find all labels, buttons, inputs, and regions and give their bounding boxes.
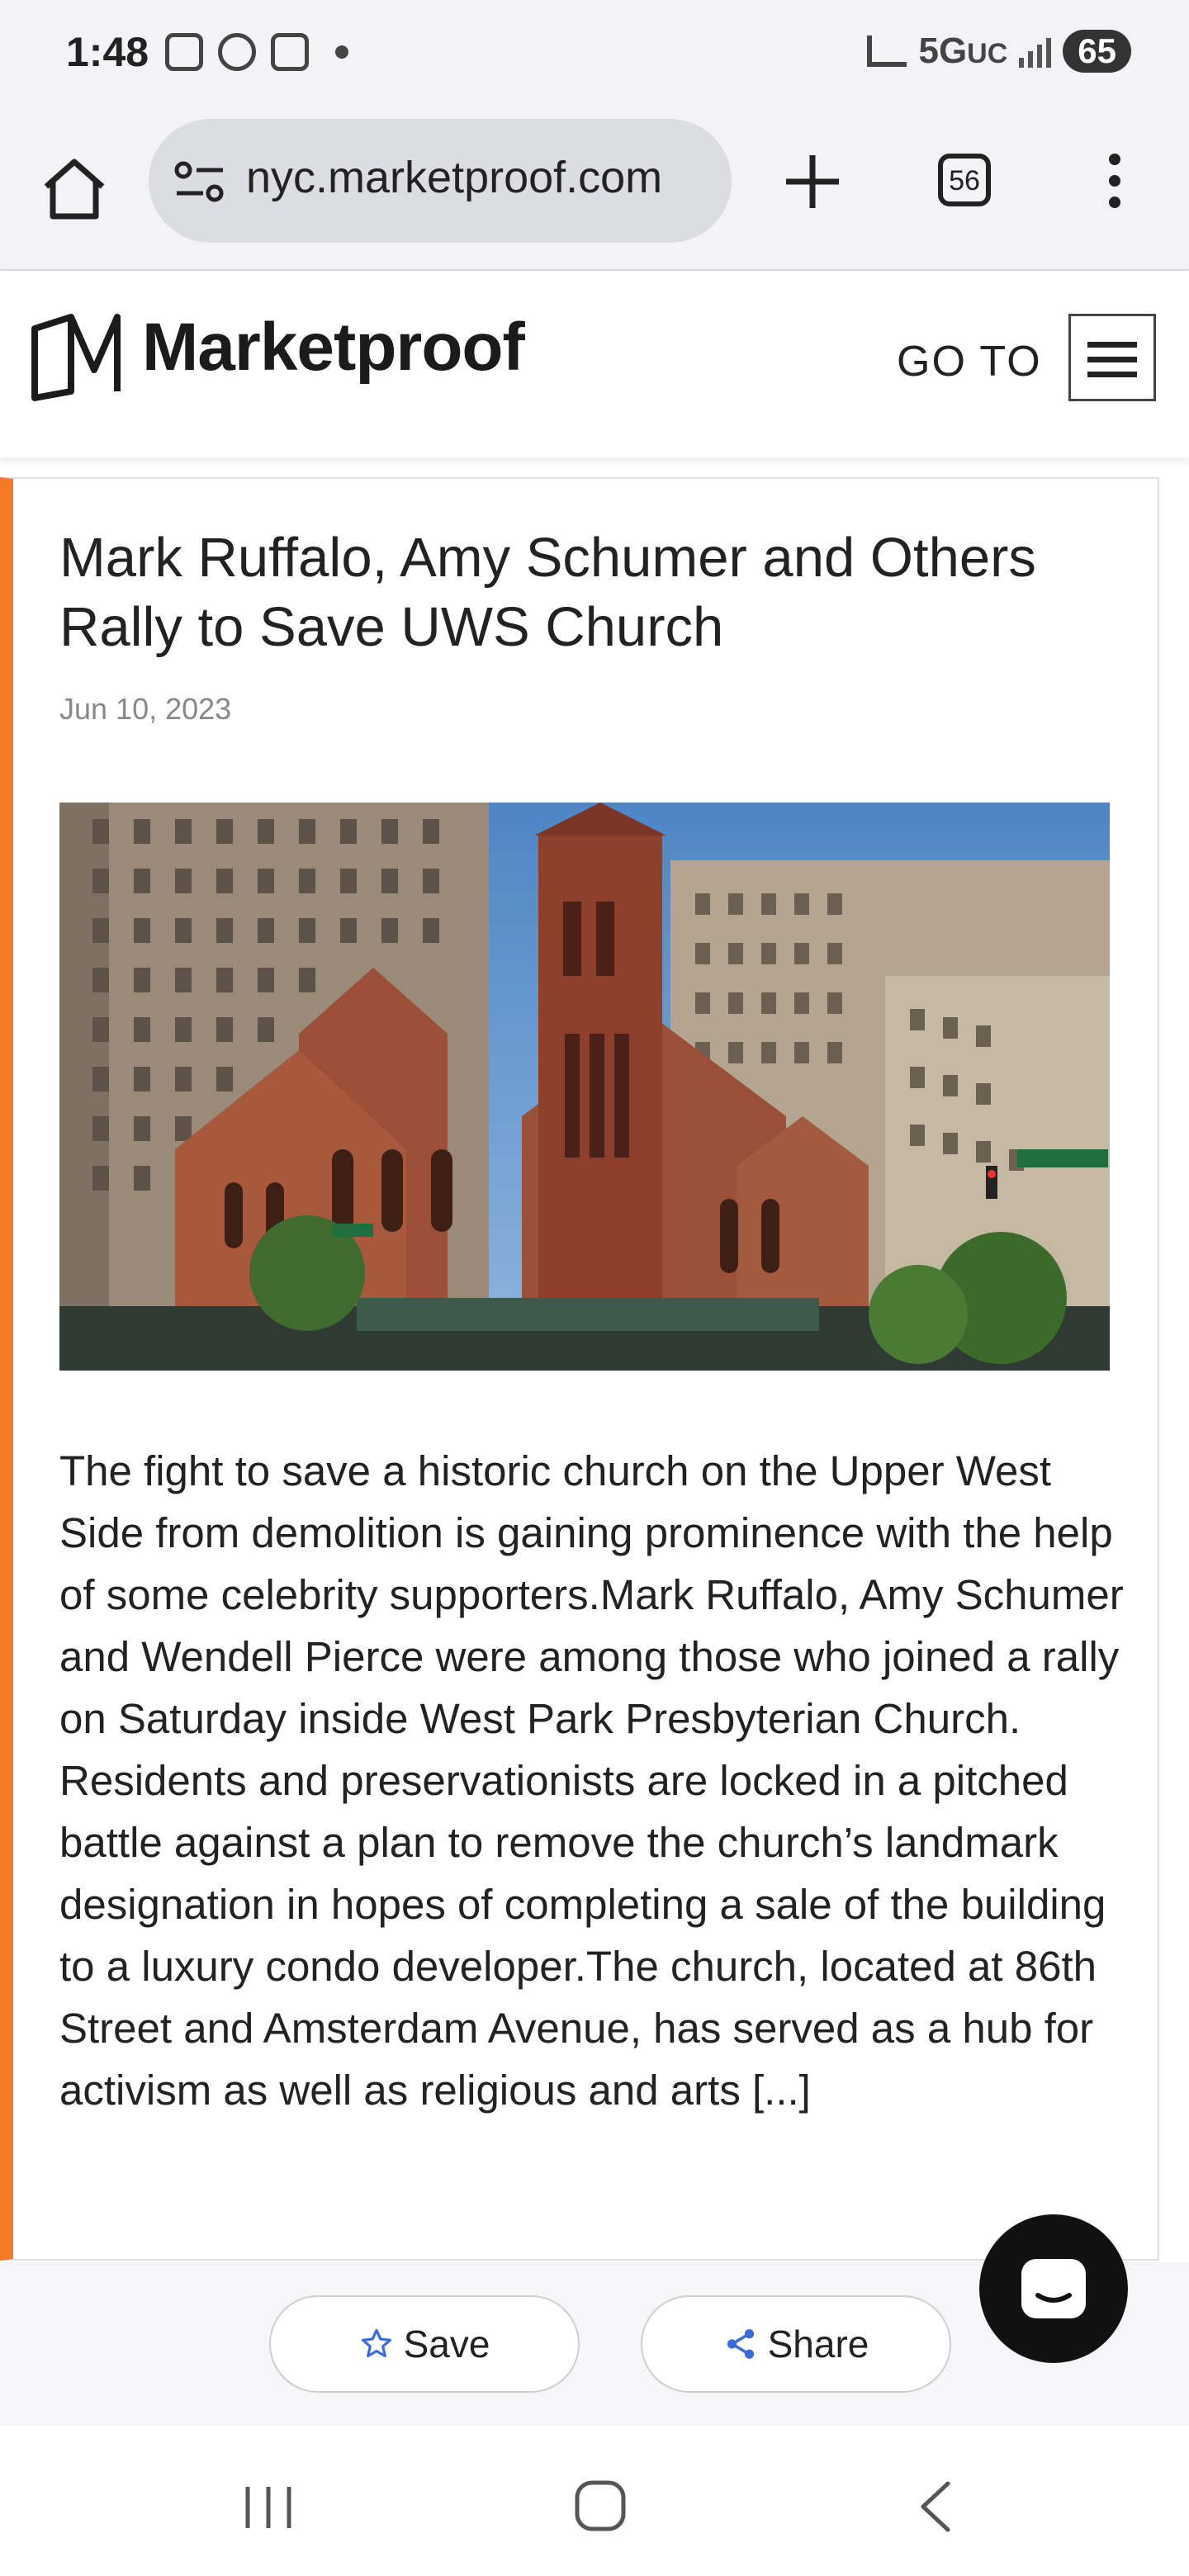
share-button[interactable]: Share	[641, 2295, 951, 2393]
more-notifications-dot-icon	[335, 45, 348, 59]
tabs-count-button[interactable]: 56	[938, 154, 991, 206]
goto-label[interactable]: GO TO	[897, 337, 1042, 386]
article-date: Jun 10, 2023	[59, 692, 232, 726]
chat-icon	[1021, 2259, 1086, 2318]
save-button[interactable]: Save	[269, 2295, 580, 2393]
browser-toolbar: nyc.marketproof.com 56	[0, 107, 1189, 272]
status-right: 5GUC 65	[867, 30, 1131, 73]
settings-notification-icon	[218, 33, 256, 71]
url-text[interactable]: nyc.marketproof.com	[246, 152, 717, 203]
new-tab-plus-icon[interactable]	[779, 149, 846, 215]
status-bar: 1:48 5GUC 65	[0, 0, 1189, 107]
site-logo-text[interactable]: Marketproof	[142, 309, 525, 386]
article-hero-image[interactable]	[59, 803, 1110, 1371]
screenshot-icon	[165, 33, 203, 71]
star-icon	[361, 2328, 391, 2358]
signal-icon	[1019, 35, 1052, 68]
marketproof-logo-icon[interactable]	[30, 312, 124, 403]
battery-indicator: 65	[1063, 30, 1131, 73]
system-navigation-bar	[0, 2426, 1189, 2576]
share-label: Share	[767, 2323, 869, 2365]
article-card: Mark Ruffalo, Amy Schumer and Others Ral…	[0, 477, 1159, 2261]
home-icon[interactable]	[40, 154, 109, 223]
site-header: Marketproof GO TO	[0, 271, 1189, 457]
chat-launcher-button[interactable]	[979, 2214, 1128, 2363]
notification-icons	[165, 33, 348, 71]
save-label: Save	[403, 2323, 490, 2365]
wifi-calling-icon	[867, 36, 907, 67]
network-label: 5GUC	[918, 31, 1008, 71]
mastodon-icon	[271, 33, 309, 71]
more-vert-icon[interactable]	[1098, 149, 1131, 215]
article-body: The fight to save a historic church on t…	[59, 1447, 1124, 2114]
share-icon	[727, 2329, 754, 2359]
hamburger-menu-icon[interactable]	[1068, 314, 1156, 401]
status-time: 1:48	[66, 29, 149, 75]
home-nav-icon[interactable]	[573, 2479, 628, 2533]
article-title: Mark Ruffalo, Amy Schumer and Others Ral…	[59, 527, 1036, 658]
address-bar[interactable]: nyc.marketproof.com	[149, 119, 732, 243]
site-settings-icon[interactable]	[173, 157, 226, 206]
recent-apps-icon[interactable]	[243, 2484, 294, 2531]
back-icon[interactable]	[915, 2480, 956, 2533]
